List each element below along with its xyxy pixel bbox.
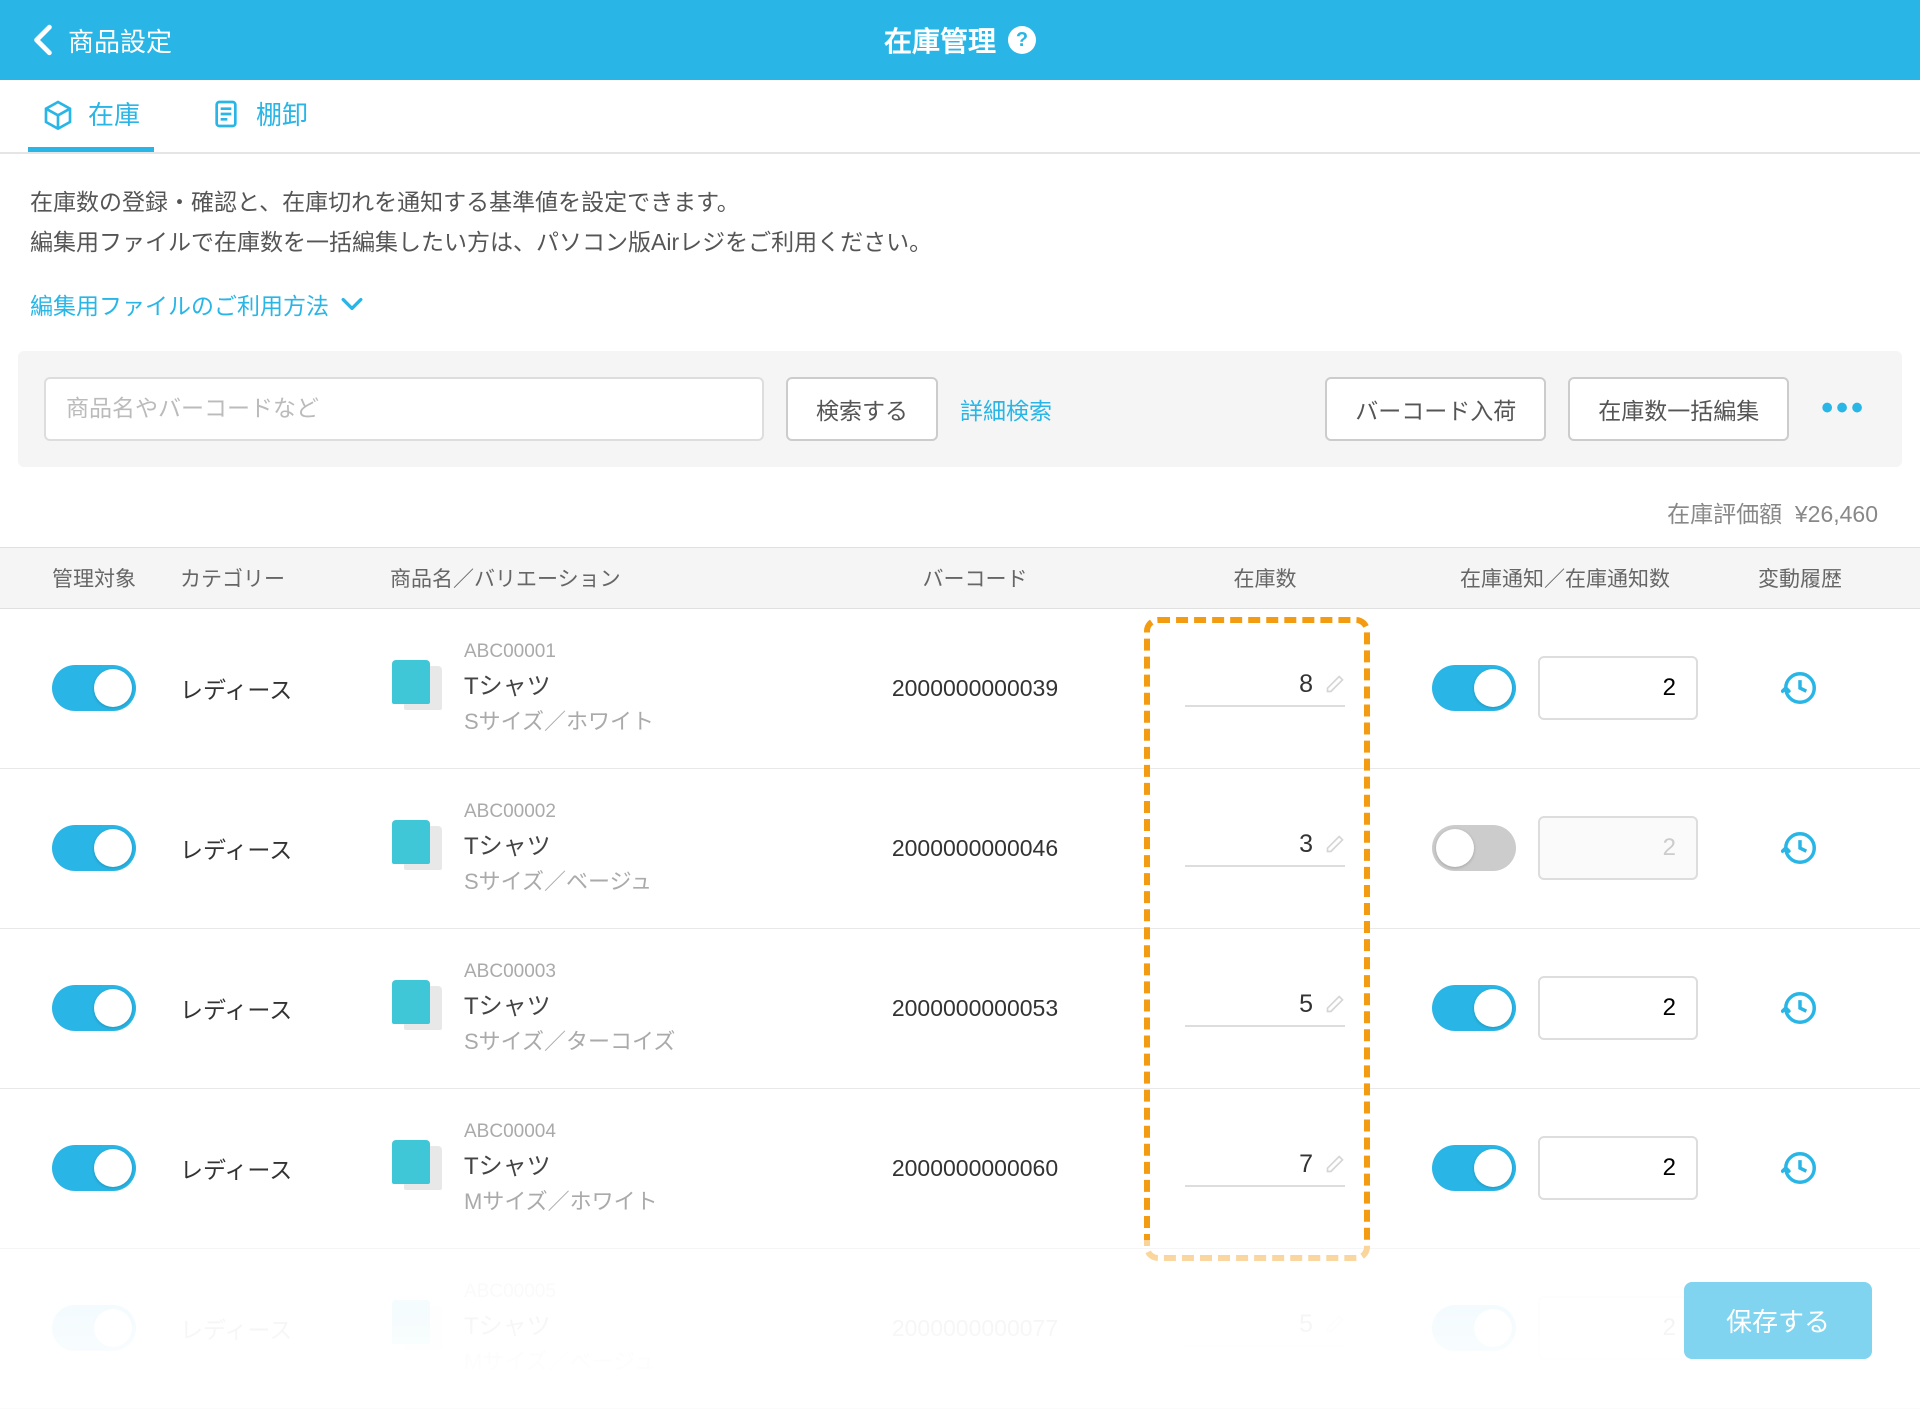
chevron-down-icon (341, 293, 363, 315)
search-button[interactable]: 検索する (786, 377, 938, 441)
variant: Sサイズ／ターコイズ (464, 1024, 675, 1056)
table-row: レディース ABC00003 TシャツSサイズ／ターコイズ 2000000000053… (0, 929, 1920, 1089)
table-row: レディース ABC00001 TシャツSサイズ／ホワイト 2000000000039 8 (0, 609, 1920, 769)
notify-qty-input[interactable] (1538, 656, 1698, 720)
save-button[interactable]: 保存する (1684, 1282, 1872, 1359)
sku: ABC00002 (464, 801, 652, 823)
pencil-icon (1325, 834, 1345, 854)
product-name: Tシャツ (464, 1146, 658, 1181)
file-usage-link[interactable]: 編集用ファイルのご利用方法 (0, 275, 1920, 351)
qty-input[interactable]: 8 (1185, 670, 1345, 707)
search-input[interactable] (44, 377, 764, 441)
pencil-icon (1325, 1154, 1345, 1174)
tabs: 在庫 棚卸 (0, 80, 1920, 154)
product-thumb (390, 980, 446, 1036)
table-header: 管理対象 カテゴリー 商品名／バリエーション バーコード 在庫数 在庫通知／在庫… (0, 547, 1920, 609)
col-history: 変動履歴 (1730, 563, 1870, 593)
barcode-cell: 2000000000039 (820, 675, 1130, 702)
app-header: 商品設定 在庫管理 ? (0, 0, 1920, 80)
tab-stocktake[interactable]: 棚卸 (196, 80, 322, 152)
history-icon[interactable] (1781, 1149, 1819, 1187)
product-cell: ABC00001 TシャツSサイズ／ホワイト (390, 641, 820, 736)
valuation: 在庫評価額 ¥26,460 (0, 467, 1920, 547)
chevron-left-icon (32, 24, 54, 56)
pencil-icon (1325, 994, 1345, 1014)
table-row: レディース ABC00004 TシャツMサイズ／ホワイト 2000000000060 7 (0, 1089, 1920, 1249)
back-label: 商品設定 (68, 22, 172, 59)
product-name: Tシャツ (464, 826, 652, 861)
footer-overlay: 保存する (0, 1240, 1920, 1400)
managed-toggle[interactable] (52, 825, 136, 871)
notify-toggle[interactable] (1432, 985, 1516, 1031)
pencil-icon (1325, 674, 1345, 694)
notify-qty-input[interactable] (1538, 1136, 1698, 1200)
variant: Sサイズ／ホワイト (464, 704, 654, 736)
category-cell: レディース (180, 831, 390, 865)
col-category: カテゴリー (180, 563, 390, 593)
history-icon[interactable] (1781, 989, 1819, 1027)
product-name: Tシャツ (464, 666, 654, 701)
barcode-in-button[interactable]: バーコード入荷 (1325, 377, 1546, 441)
barcode-cell: 2000000000060 (820, 1155, 1130, 1182)
product-cell: ABC00004 TシャツMサイズ／ホワイト (390, 1121, 820, 1216)
notify-qty-input (1538, 816, 1698, 880)
table-row: レディース ABC00002 TシャツSサイズ／ベージュ 2000000000046 3 (0, 769, 1920, 929)
notify-toggle[interactable] (1432, 825, 1516, 871)
col-target: 管理対象 (0, 563, 180, 593)
more-icon[interactable]: ••• (1811, 389, 1876, 428)
qty-input[interactable]: 5 (1185, 990, 1345, 1027)
product-thumb (390, 660, 446, 716)
notify-toggle[interactable] (1432, 665, 1516, 711)
box-icon (42, 98, 74, 130)
product-cell: ABC00003 TシャツSサイズ／ターコイズ (390, 961, 820, 1056)
sku: ABC00004 (464, 1121, 658, 1143)
sku: ABC00001 (464, 641, 654, 663)
notify-qty-input[interactable] (1538, 976, 1698, 1040)
col-product: 商品名／バリエーション (390, 563, 820, 593)
sku: ABC00003 (464, 961, 675, 983)
qty-input[interactable]: 7 (1185, 1150, 1345, 1187)
qty-input[interactable]: 3 (1185, 830, 1345, 867)
category-cell: レディース (180, 1151, 390, 1185)
notify-toggle[interactable] (1432, 1145, 1516, 1191)
variant: Mサイズ／ホワイト (464, 1184, 658, 1216)
barcode-cell: 2000000000053 (820, 995, 1130, 1022)
managed-toggle[interactable] (52, 1145, 136, 1191)
category-cell: レディース (180, 671, 390, 705)
page-title: 在庫管理 ? (884, 20, 1036, 60)
managed-toggle[interactable] (52, 665, 136, 711)
advanced-search-link[interactable]: 詳細検索 (960, 392, 1052, 426)
col-barcode: バーコード (820, 563, 1130, 593)
managed-toggle[interactable] (52, 985, 136, 1031)
clipboard-icon (210, 98, 242, 130)
category-cell: レディース (180, 991, 390, 1025)
col-qty: 在庫数 (1130, 563, 1400, 593)
tab-stock[interactable]: 在庫 (28, 80, 154, 152)
help-icon[interactable]: ? (1008, 26, 1036, 54)
back-button[interactable]: 商品設定 (32, 22, 172, 59)
product-cell: ABC00002 TシャツSサイズ／ベージュ (390, 801, 820, 896)
description: 在庫数の登録・確認と、在庫切れを通知する基準値を設定できます。 編集用ファイルで… (0, 154, 1920, 275)
product-thumb (390, 820, 446, 876)
filter-bar: 検索する 詳細検索 バーコード入荷 在庫数一括編集 ••• (18, 351, 1902, 467)
variant: Sサイズ／ベージュ (464, 864, 652, 896)
history-icon[interactable] (1781, 669, 1819, 707)
product-name: Tシャツ (464, 986, 675, 1021)
barcode-cell: 2000000000046 (820, 835, 1130, 862)
history-icon[interactable] (1781, 829, 1819, 867)
bulk-edit-button[interactable]: 在庫数一括編集 (1568, 377, 1789, 441)
product-thumb (390, 1140, 446, 1196)
col-notify: 在庫通知／在庫通知数 (1400, 563, 1730, 593)
